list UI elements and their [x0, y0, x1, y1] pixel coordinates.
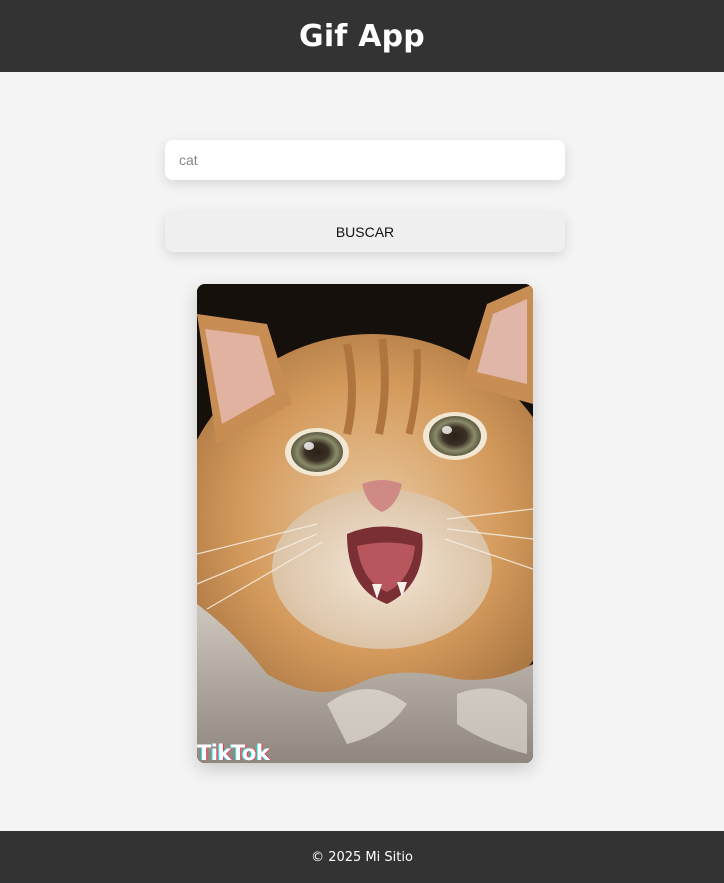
gif-result-card[interactable]: TikTok [197, 284, 533, 763]
app-title: Gif App [299, 18, 425, 54]
tiktok-watermark: TikTok [197, 741, 270, 763]
cat-gif-image [197, 284, 533, 763]
page-footer: © 2025 Mi Sitio [0, 831, 724, 883]
footer-copyright: © 2025 Mi Sitio [311, 849, 413, 865]
search-input[interactable] [165, 140, 565, 180]
search-button[interactable]: BUSCAR [165, 212, 565, 252]
app-header: Gif App [0, 0, 724, 72]
